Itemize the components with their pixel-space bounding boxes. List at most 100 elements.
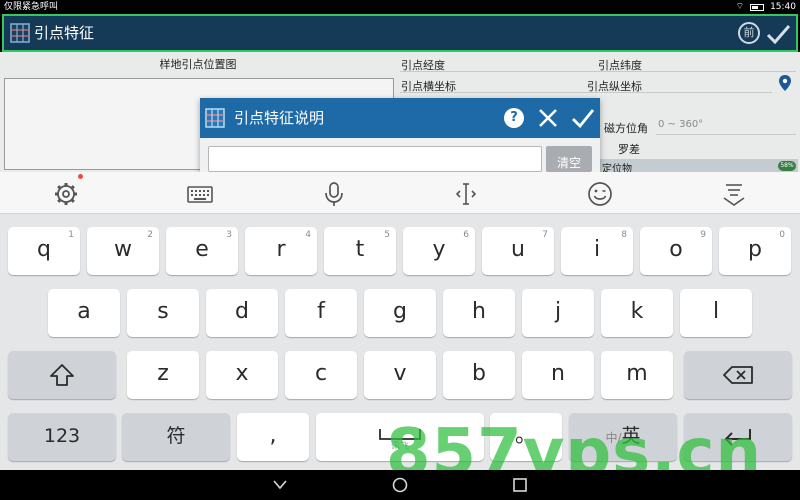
- key-w[interactable]: w2: [87, 227, 159, 275]
- shift-icon: [50, 364, 74, 386]
- key-b[interactable]: b: [443, 351, 515, 399]
- azimuth-input[interactable]: 0 ~ 360°: [658, 119, 703, 130]
- key-label: x: [235, 361, 249, 386]
- key-h[interactable]: h: [443, 289, 515, 337]
- status-icons: ⌔ 15:40: [736, 0, 796, 14]
- carrier-text: 仅限紧急呼叫: [4, 2, 59, 12]
- gear-icon[interactable]: [52, 180, 80, 208]
- key-s[interactable]: s: [127, 289, 199, 337]
- key-m[interactable]: m: [601, 351, 673, 399]
- key-label: o: [669, 237, 683, 262]
- divider: [656, 134, 796, 135]
- key-n[interactable]: n: [522, 351, 594, 399]
- key-label: m: [626, 361, 648, 386]
- key-number-hint: 5: [384, 230, 390, 240]
- recent-apps-icon[interactable]: [511, 476, 529, 494]
- key-label: l: [712, 299, 720, 324]
- key-label: d: [235, 299, 249, 324]
- notification-dot: [78, 174, 83, 179]
- key-y[interactable]: y6: [403, 227, 475, 275]
- key-label: f: [317, 299, 325, 324]
- key-label: i: [593, 237, 601, 262]
- key-o[interactable]: o9: [640, 227, 712, 275]
- clock: 15:40: [770, 2, 796, 12]
- key-x[interactable]: x: [206, 351, 278, 399]
- key-l[interactable]: l: [680, 289, 752, 337]
- home-icon[interactable]: [391, 476, 409, 494]
- key-j[interactable]: j: [522, 289, 594, 337]
- key-v[interactable]: v: [364, 351, 436, 399]
- key-label: w: [114, 237, 132, 262]
- key-label: k: [630, 299, 644, 324]
- key-label: t: [355, 237, 365, 262]
- key-f[interactable]: f: [285, 289, 357, 337]
- backspace-key[interactable]: [684, 351, 792, 399]
- key-label: n: [551, 361, 565, 386]
- key-r[interactable]: r4: [245, 227, 317, 275]
- numbers-key[interactable]: 123: [8, 413, 116, 461]
- key-label: b: [472, 361, 486, 386]
- key-q[interactable]: q1: [8, 227, 80, 275]
- key-number-hint: 4: [305, 230, 311, 240]
- confirm-check-icon[interactable]: [764, 20, 792, 48]
- key-number-hint: 9: [700, 230, 706, 240]
- key-number-hint: 2: [147, 230, 153, 240]
- keyboard-icon[interactable]: [186, 180, 214, 208]
- key-label: s: [157, 299, 169, 324]
- battery-icon: [750, 3, 765, 11]
- location-pin-icon[interactable]: [778, 74, 792, 92]
- app-header: 引点特征 前: [2, 14, 798, 52]
- help-button[interactable]: ?: [504, 108, 524, 128]
- app-logo-icon: [10, 23, 30, 43]
- key-number-hint: 3: [226, 230, 232, 240]
- description-input[interactable]: [208, 146, 542, 172]
- key-k[interactable]: k: [601, 289, 673, 337]
- key-label: r: [276, 237, 286, 262]
- page-title: 引点特征: [34, 24, 95, 42]
- microphone-icon[interactable]: [320, 180, 348, 208]
- dialog-title: 引点特征说明: [234, 109, 325, 127]
- confirm-check-icon[interactable]: [570, 105, 596, 131]
- dialog-header: 引点特征说明 ?: [200, 98, 600, 138]
- key-p[interactable]: p0: [719, 227, 791, 275]
- key-label: h: [472, 299, 486, 324]
- navigation-bar: [0, 470, 800, 500]
- deviation-label: 罗差: [618, 143, 640, 156]
- wifi-icon: ⌔: [735, 2, 745, 12]
- key-label: y: [432, 237, 446, 262]
- emoji-icon[interactable]: [586, 180, 614, 208]
- key-number-hint: 7: [542, 230, 548, 240]
- key-label: v: [393, 361, 407, 386]
- key-label: g: [393, 299, 407, 324]
- symbols-key[interactable]: 符: [122, 413, 230, 461]
- status-bar: 仅限紧急呼叫 ⌔ 15:40: [0, 0, 800, 14]
- map-caption: 样地引点位置图: [159, 58, 237, 71]
- previous-button[interactable]: 前: [738, 22, 760, 44]
- back-icon[interactable]: [271, 476, 289, 494]
- key-u[interactable]: u7: [482, 227, 554, 275]
- key-g[interactable]: g: [364, 289, 436, 337]
- clear-button[interactable]: 清空: [546, 146, 592, 172]
- divider: [400, 71, 796, 72]
- key-z[interactable]: z: [127, 351, 199, 399]
- key-e[interactable]: e3: [166, 227, 238, 275]
- collapse-keyboard-icon[interactable]: [720, 180, 748, 208]
- backspace-icon: [723, 366, 753, 384]
- close-icon[interactable]: [537, 107, 559, 129]
- divider: [400, 92, 772, 93]
- key-label: q: [37, 237, 51, 262]
- text-cursor-icon[interactable]: [452, 180, 480, 208]
- key-label: p: [748, 237, 762, 262]
- key-number-hint: 6: [463, 230, 469, 240]
- key-c[interactable]: c: [285, 351, 357, 399]
- key-i[interactable]: i8: [561, 227, 633, 275]
- key-number-hint: 8: [621, 230, 627, 240]
- key-t[interactable]: t5: [324, 227, 396, 275]
- key-a[interactable]: a: [48, 289, 120, 337]
- key-label: u: [511, 237, 525, 262]
- key-label: j: [554, 299, 562, 324]
- shift-key[interactable]: [8, 351, 116, 399]
- comma-key[interactable]: ,: [237, 413, 309, 461]
- key-d[interactable]: d: [206, 289, 278, 337]
- key-label: z: [157, 361, 169, 386]
